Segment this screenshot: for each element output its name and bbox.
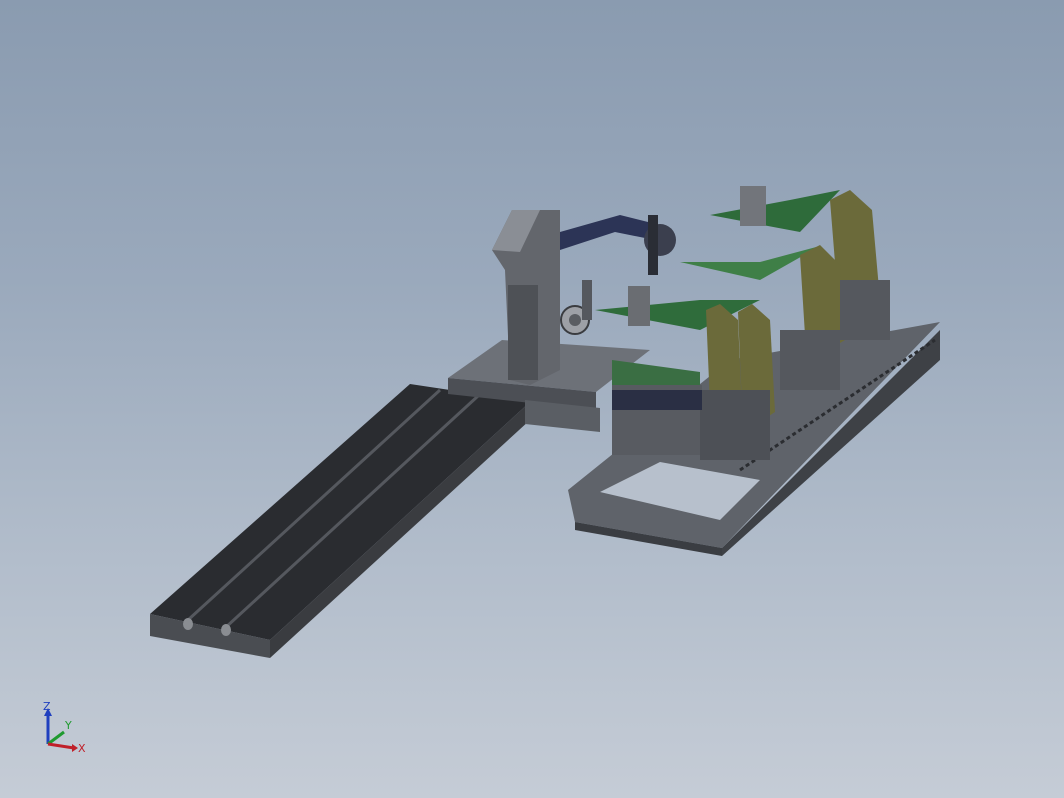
3d-model-assembly[interactable]	[0, 0, 1064, 798]
conveyor-rail	[150, 384, 530, 658]
y-axis-line	[47, 730, 65, 746]
z-axis-label: Z	[43, 700, 51, 713]
y-axis-label: Y	[64, 719, 72, 732]
graphics-viewport[interactable]: Z Y X	[0, 0, 1064, 798]
x-axis-line	[47, 742, 75, 750]
orientation-triad: Z Y X	[43, 700, 86, 755]
x-axis-label: X	[78, 742, 86, 755]
